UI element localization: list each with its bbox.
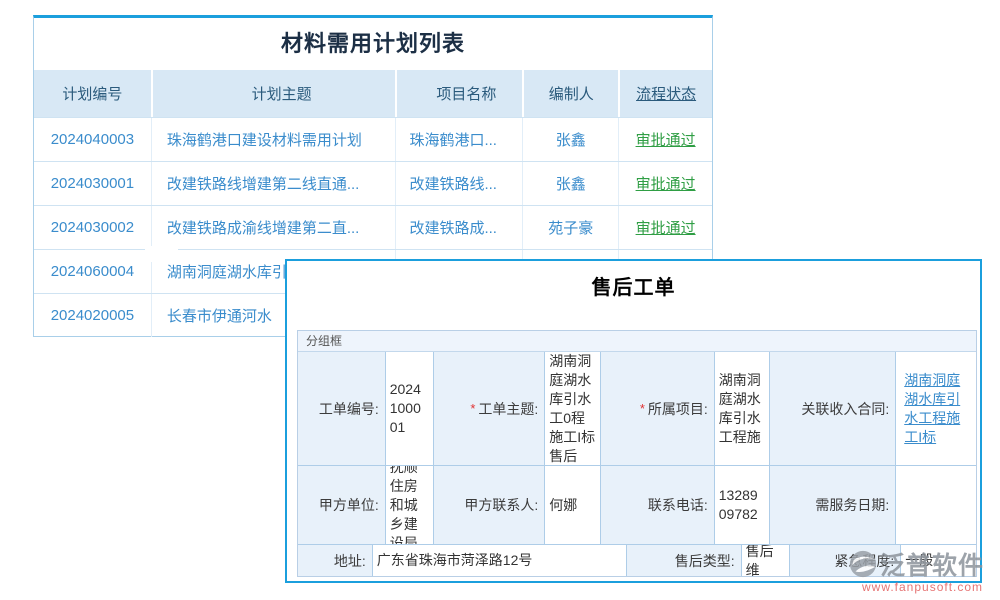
cell-plan-id[interactable]: 2024020005 xyxy=(34,294,151,337)
cell-creator[interactable]: 苑子豪 xyxy=(522,206,618,249)
field-value-income-contract-link[interactable]: 湖南洞庭湖水库引水工程施工I标 xyxy=(896,352,976,465)
field-label-income-contract: 关联收入合同: xyxy=(770,352,897,465)
fanpu-logo-icon xyxy=(848,549,878,579)
field-label-service-date: 需服务日期: xyxy=(770,466,897,544)
cell-plan-id[interactable]: 2024030001 xyxy=(34,162,151,205)
field-value-subject: 湖南洞庭湖水库引水工0程施工I标售后 xyxy=(545,352,601,465)
cell-project-name[interactable]: 改建铁路线... xyxy=(395,162,522,205)
field-label-project-text: 所属项目: xyxy=(648,400,708,418)
cell-plan-id[interactable]: 2024030002 xyxy=(34,206,151,249)
field-value-order-no: 2024100001 xyxy=(386,352,434,465)
cell-creator[interactable]: 张鑫 xyxy=(522,162,618,205)
field-label-phone: 联系电话: xyxy=(601,466,715,544)
field-value-phone: 1328909782 xyxy=(715,466,770,544)
column-header-creator: 编制人 xyxy=(522,70,618,117)
list-table-header: 计划编号 计划主题 项目名称 编制人 流程状态 xyxy=(34,70,712,117)
fanpu-watermark: 泛普软件 www.fanpusoft.com xyxy=(848,546,998,594)
cell-project-name[interactable]: 珠海鹤港口... xyxy=(395,118,522,161)
cell-plan-id[interactable]: 2024060004 xyxy=(34,250,151,293)
field-value-party-a: 抚顺住房和城乡建设局 xyxy=(386,466,434,544)
field-value-aftersale-type: 售后维 xyxy=(742,545,790,576)
column-header-plan-id: 计划编号 xyxy=(34,70,151,117)
field-label-address: 地址: xyxy=(298,545,373,576)
field-value-party-contact: 何娜 xyxy=(545,466,601,544)
required-marker: * xyxy=(470,400,475,418)
field-label-party-contact: 甲方联系人: xyxy=(434,466,546,544)
field-label-subject-text: 工单主题: xyxy=(478,400,538,418)
cell-plan-subject[interactable]: 改建铁路成渝线增建第二直... xyxy=(151,206,396,249)
cell-plan-subject[interactable]: 珠海鹤港口建设材料需用计划 xyxy=(151,118,396,161)
field-label-subject: * 工单主题: xyxy=(434,352,546,465)
column-header-flow-status: 流程状态 xyxy=(618,70,712,117)
cell-flow-status[interactable]: 审批通过 xyxy=(618,162,712,205)
watermark-url-text: www.fanpusoft.com xyxy=(862,580,998,594)
dialog-title: 售后工单 xyxy=(287,273,980,303)
form-row: 甲方单位: 抚顺住房和城乡建设局 甲方联系人: 何娜 联系电话: 1328909… xyxy=(298,466,976,545)
field-label-aftersale-type: 售后类型: xyxy=(627,545,742,576)
list-window-title: 材料需用计划列表 xyxy=(34,18,712,70)
table-row: 2024030002 改建铁路成渝线增建第二直... 改建铁路成... 苑子豪 … xyxy=(34,205,712,249)
column-header-project-name: 项目名称 xyxy=(395,70,522,117)
white-patch xyxy=(145,246,178,262)
aftersale-workorder-dialog: 售后工单 分组框 工单编号: 2024100001 * 工单主题: 湖南洞庭湖水… xyxy=(285,259,982,583)
field-value-service-date xyxy=(896,466,976,544)
cell-project-name[interactable]: 改建铁路成... xyxy=(395,206,522,249)
field-label-project: * 所属项目: xyxy=(601,352,715,465)
required-marker: * xyxy=(640,400,645,418)
field-label-order-no: 工单编号: xyxy=(298,352,386,465)
cell-flow-status[interactable]: 审批通过 xyxy=(618,118,712,161)
cell-plan-subject[interactable]: 改建铁路线增建第二线直通... xyxy=(151,162,396,205)
table-row: 2024030001 改建铁路线增建第二线直通... 改建铁路线... 张鑫 审… xyxy=(34,161,712,205)
form-row: 工单编号: 2024100001 * 工单主题: 湖南洞庭湖水库引水工0程施工I… xyxy=(298,352,976,466)
cell-plan-id[interactable]: 2024040003 xyxy=(34,118,151,161)
column-header-plan-subject: 计划主题 xyxy=(151,70,396,117)
field-value-project: 湖南洞庭湖水库引水工程施 xyxy=(715,352,770,465)
table-row: 2024040003 珠海鹤港口建设材料需用计划 珠海鹤港口... 张鑫 审批通… xyxy=(34,117,712,161)
groupbox-label: 分组框 xyxy=(298,331,976,352)
groupbox: 分组框 工单编号: 2024100001 * 工单主题: 湖南洞庭湖水库引水工0… xyxy=(297,330,977,577)
watermark-brand-text: 泛普软件 xyxy=(880,546,984,582)
cell-flow-status[interactable]: 审批通过 xyxy=(618,206,712,249)
field-label-party-a: 甲方单位: xyxy=(298,466,386,544)
field-value-address: 广东省珠海市菏泽路12号 xyxy=(373,545,627,576)
cell-creator[interactable]: 张鑫 xyxy=(522,118,618,161)
